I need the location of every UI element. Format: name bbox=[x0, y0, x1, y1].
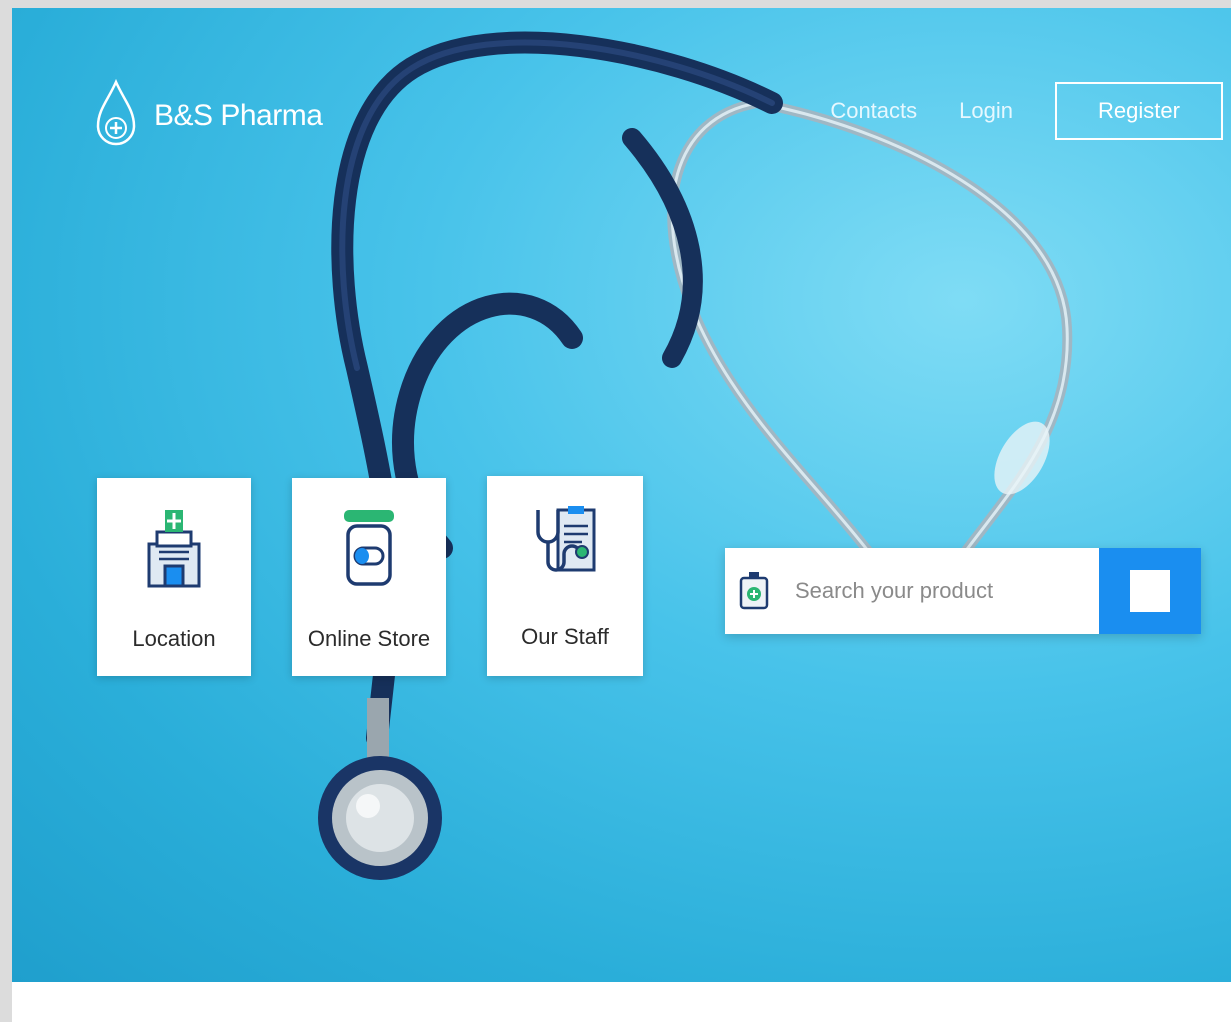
hospital-building-icon bbox=[147, 510, 201, 588]
contacts-link[interactable]: Contacts bbox=[830, 98, 917, 124]
hero-banner: B&S Pharma Contacts Login Register Locat… bbox=[12, 8, 1231, 982]
window-frame-top bbox=[0, 0, 1231, 8]
window-frame-left bbox=[0, 0, 12, 1022]
card-label: Our Staff bbox=[521, 624, 609, 649]
drop-plus-icon bbox=[96, 78, 136, 146]
brand-name: B&S Pharma bbox=[154, 99, 323, 132]
card-label: Online Store bbox=[307, 626, 431, 651]
top-nav: Contacts Login Register bbox=[830, 82, 1223, 140]
card-location[interactable]: Location bbox=[97, 478, 251, 676]
brand[interactable]: B&S Pharma bbox=[94, 76, 323, 156]
card-our-staff[interactable]: Our Staff bbox=[487, 476, 643, 676]
card-online-store[interactable]: Online Store bbox=[292, 478, 446, 676]
medicine-bottle-icon bbox=[739, 572, 769, 610]
login-link[interactable]: Login bbox=[959, 98, 1013, 124]
search-button[interactable] bbox=[1099, 548, 1201, 634]
card-label: Location bbox=[132, 626, 216, 651]
stethoscope-clipboard-icon bbox=[536, 506, 596, 572]
search-field-wrapper[interactable] bbox=[725, 548, 1099, 634]
register-button[interactable]: Register bbox=[1055, 82, 1223, 140]
search-input[interactable] bbox=[793, 577, 1087, 605]
product-search bbox=[725, 548, 1201, 634]
search-square-icon bbox=[1130, 570, 1170, 612]
pill-jar-icon bbox=[344, 510, 394, 586]
